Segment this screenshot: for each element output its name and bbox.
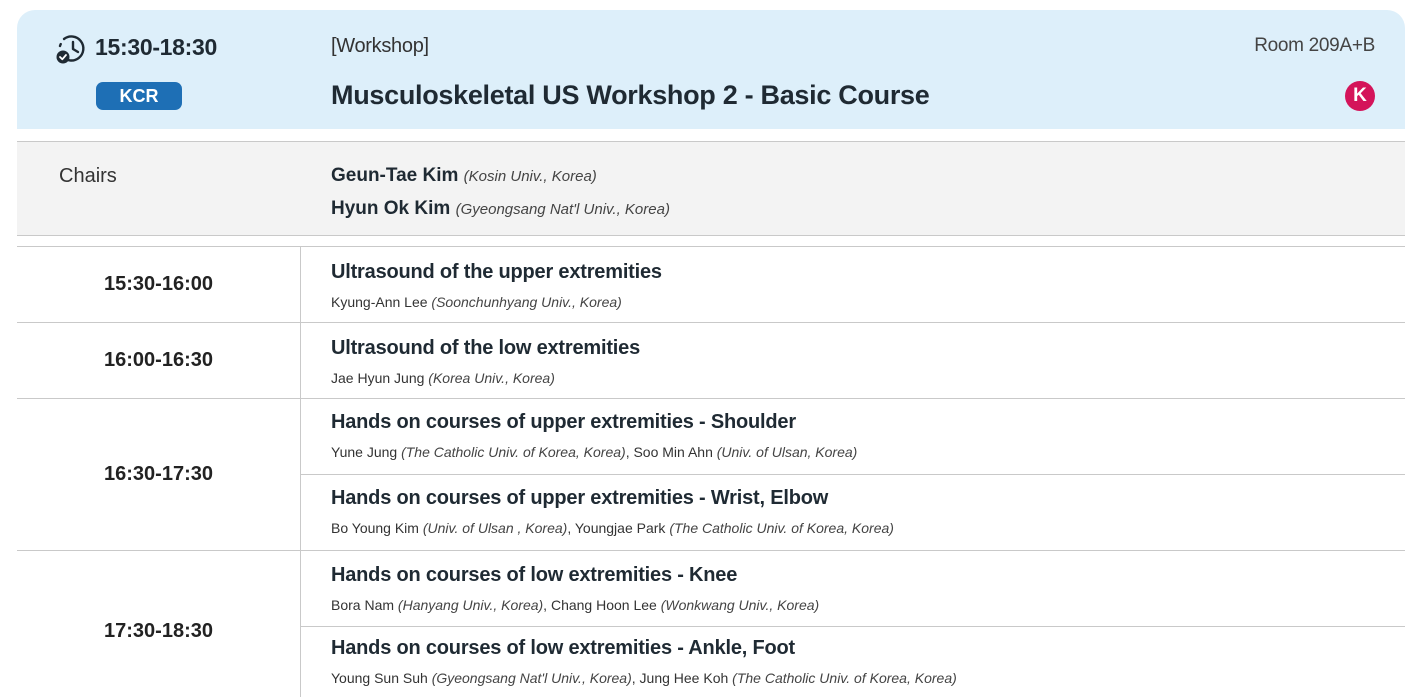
schedule-row: 15:30-16:00 Ultrasound of the upper extr…	[17, 247, 1405, 323]
speaker-affiliation: (Hanyang Univ., Korea)	[397, 597, 544, 613]
chair-affiliation: (Kosin Univ., Korea)	[463, 168, 597, 185]
talk-title: Hands on courses of upper extremities - …	[331, 487, 829, 509]
talk-item: Ultrasound of the upper extremities Kyun…	[331, 261, 1405, 310]
chair-affiliation: (Gyeongsang Nat'l Univ., Korea)	[455, 201, 670, 218]
language-badge: K	[1345, 81, 1375, 111]
speaker-affiliation: (Gyeongsang Nat'l Univ., Korea)	[431, 670, 632, 686]
talk-title: Ultrasound of the low extremities	[331, 337, 641, 359]
speaker-name: Youngjae Park	[574, 520, 666, 536]
speaker-affiliation: (Soonchunhyang Univ., Korea)	[431, 294, 622, 310]
talk-speakers: Bo Young Kim (Univ. of Ulsan , Korea), Y…	[331, 520, 894, 536]
slot-time: 16:30-17:30	[17, 399, 301, 550]
talk-speakers: Bora Nam (Hanyang Univ., Korea), Chang H…	[331, 597, 820, 613]
talk-speakers: Kyung-Ann Lee (Soonchunhyang Univ., Kore…	[331, 294, 1405, 310]
speaker-affiliation: (The Catholic Univ. of Korea, Korea)	[401, 444, 626, 460]
talk-item: Hands on courses of upper extremities - …	[331, 411, 1405, 460]
speaker-affiliation: (The Catholic Univ. of Korea, Korea)	[732, 670, 957, 686]
session-type: [Workshop]	[331, 35, 429, 57]
session-title: Musculoskeletal US Workshop 2 - Basic Co…	[331, 80, 930, 110]
speaker-name: Kyung-Ann Lee	[331, 294, 428, 310]
talk-item: Hands on courses of upper extremities - …	[331, 487, 1405, 536]
session-header: 15:30-18:30 KCR [Workshop] Musculoskelet…	[17, 10, 1405, 129]
talk-title: Hands on courses of upper extremities - …	[331, 411, 796, 433]
talk-divider	[301, 474, 1405, 475]
speaker-name: Yune Jung	[331, 444, 398, 460]
schedule-row: 16:00-16:30 Ultrasound of the low extrem…	[17, 323, 1405, 399]
talk-title: Ultrasound of the upper extremities	[331, 261, 662, 283]
org-badge: KCR	[96, 82, 182, 110]
speaker-name: Bora Nam	[331, 597, 395, 613]
speaker-name: Young Sun Suh	[331, 670, 428, 686]
slot-time: 16:00-16:30	[17, 323, 301, 398]
speaker-affiliation: (Korea Univ., Korea)	[428, 370, 555, 386]
talk-item: Hands on courses of low extremities - Kn…	[331, 564, 1405, 613]
talk-speakers: Yune Jung (The Catholic Univ. of Korea, …	[331, 444, 858, 460]
speaker-name: Chang Hoon Lee	[550, 597, 657, 613]
clock-check-icon	[55, 32, 89, 66]
schedule-row: 17:30-18:30 Hands on courses of low extr…	[17, 551, 1405, 697]
talk-item: Ultrasound of the low extremities Jae Hy…	[331, 337, 1405, 386]
talk-item: Hands on courses of low extremities - An…	[331, 637, 1405, 686]
talk-divider	[301, 626, 1405, 627]
speaker-name: Soo Min Ahn	[633, 444, 713, 460]
speaker-affiliation: (Univ. of Ulsan , Korea)	[422, 520, 568, 536]
chairs-label: Chairs	[59, 165, 117, 187]
speaker-name: Bo Young Kim	[331, 520, 419, 536]
chair-person: Hyun Ok Kim (Gyeongsang Nat'l Univ., Kor…	[331, 198, 670, 220]
chairs-section: Chairs Geun-Tae Kim (Kosin Univ., Korea)…	[17, 141, 1405, 236]
talk-speakers: Young Sun Suh (Gyeongsang Nat'l Univ., K…	[331, 670, 957, 686]
slot-time: 15:30-16:00	[17, 247, 301, 322]
chair-name: Hyun Ok Kim	[331, 198, 451, 219]
speaker-name: Jung Hee Koh	[639, 670, 729, 686]
room-label: Room 209A+B	[1254, 35, 1375, 56]
speaker-affiliation: (Univ. of Ulsan, Korea)	[716, 444, 858, 460]
chair-name: Geun-Tae Kim	[331, 165, 459, 186]
speaker-affiliation: (The Catholic Univ. of Korea, Korea)	[669, 520, 894, 536]
chair-person: Geun-Tae Kim (Kosin Univ., Korea)	[331, 165, 597, 187]
talk-title: Hands on courses of low extremities - An…	[331, 637, 795, 659]
talk-speakers: Jae Hyun Jung (Korea Univ., Korea)	[331, 370, 1405, 386]
speaker-name: Jae Hyun Jung	[331, 370, 425, 386]
slot-time: 17:30-18:30	[17, 551, 301, 697]
schedule-row: 16:30-17:30 Hands on courses of upper ex…	[17, 399, 1405, 551]
session-time: 15:30-18:30	[95, 34, 218, 60]
speaker-affiliation: (Wonkwang Univ., Korea)	[660, 597, 820, 613]
talk-title: Hands on courses of low extremities - Kn…	[331, 564, 738, 586]
